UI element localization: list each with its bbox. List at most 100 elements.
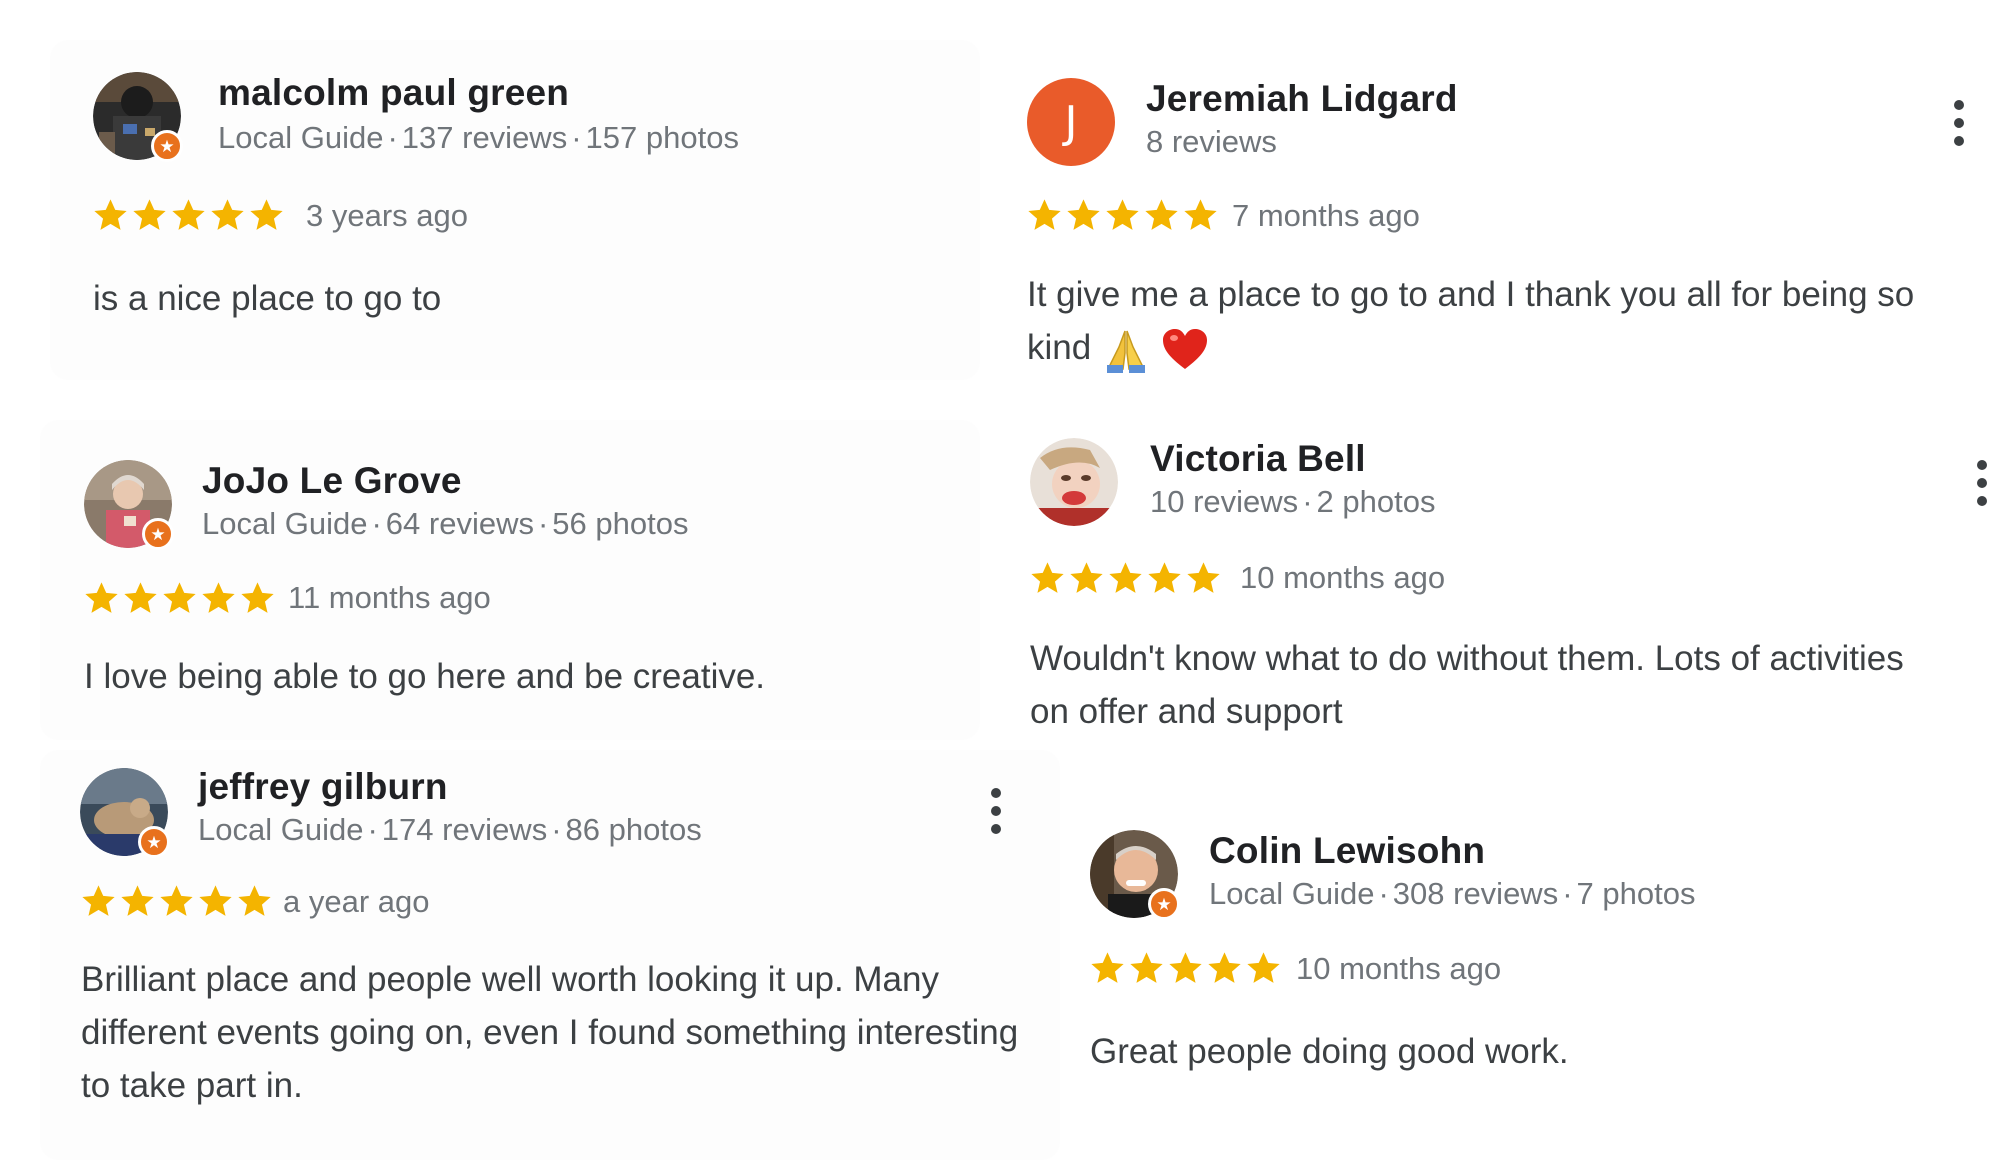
reviewer-avatar[interactable]: J (1027, 78, 1115, 166)
star-icon (160, 885, 193, 916)
star-icon (1106, 199, 1139, 230)
star-icon (1109, 562, 1142, 593)
photo-count: 7 photos (1576, 876, 1696, 911)
star-icon (1091, 952, 1124, 983)
photo-count: 157 photos (585, 120, 739, 155)
reviewer-meta: Local Guide · 308 reviews · 7 photos (1209, 876, 1695, 912)
dot-separator: · (551, 812, 562, 847)
star-icon (1130, 952, 1163, 983)
local-guide-label: Local Guide (198, 812, 364, 847)
reviewer-meta: Local Guide · 137 reviews · 157 photos (218, 120, 739, 156)
star-badge-icon: ★ (151, 130, 183, 162)
star-icon (172, 199, 205, 230)
review-text: I love being able to go here and be crea… (84, 657, 766, 696)
star-icon (1184, 199, 1217, 230)
review-count: 8 reviews (1146, 124, 1277, 159)
star-icon (199, 885, 232, 916)
reviewer-name[interactable]: Victoria Bell (1150, 438, 1366, 480)
review-count: 137 reviews (401, 120, 568, 155)
review-count: 174 reviews (381, 812, 548, 847)
star-icon (202, 582, 235, 613)
dot-separator: · (537, 506, 549, 541)
star-icon (241, 582, 274, 613)
star-icon (211, 199, 244, 230)
star-icon (1187, 562, 1220, 593)
star-icon (163, 582, 196, 613)
star-icon (1148, 562, 1181, 593)
star-icon (1145, 199, 1178, 230)
star-rating (1029, 560, 1222, 595)
review-date: 10 months ago (1296, 951, 1502, 986)
letter-avatar: J (1027, 78, 1115, 166)
review-date: 3 years ago (306, 198, 468, 233)
more-vert-icon[interactable] (1952, 100, 1966, 146)
star-icon (82, 885, 115, 916)
star-icon (133, 199, 166, 230)
dot-separator: · (571, 120, 582, 155)
star-icon (1208, 952, 1241, 983)
star-icon (250, 199, 283, 230)
reviewer-meta: Local Guide · 174 reviews · 86 photos (198, 812, 702, 848)
reviewer-name[interactable]: Jeremiah Lidgard (1146, 78, 1458, 120)
review-count: 64 reviews (385, 506, 534, 541)
reviewer-avatar[interactable]: ★ (93, 72, 183, 162)
folded-hands-emoji (1106, 330, 1145, 373)
star-icon (1028, 199, 1061, 230)
star-rating (1026, 197, 1219, 232)
more-vert-icon[interactable] (1975, 460, 1989, 506)
local-guide-label: Local Guide (218, 120, 384, 155)
star-rating (80, 883, 273, 918)
review-text: Brilliant place and people well worth lo… (81, 960, 1019, 1105)
reviewer-avatar[interactable]: ★ (80, 768, 170, 858)
photo-count: 86 photos (565, 812, 702, 847)
star-icon (1247, 952, 1280, 983)
local-guide-label: Local Guide (202, 506, 368, 541)
star-badge-icon: ★ (138, 826, 170, 858)
review-date: 7 months ago (1232, 198, 1420, 233)
star-icon (1031, 562, 1064, 593)
dot-separator: · (1378, 876, 1389, 911)
reviewer-avatar[interactable]: ★ (1090, 830, 1180, 920)
star-badge-icon: ★ (142, 518, 174, 550)
star-icon (124, 582, 157, 613)
star-badge-icon: ★ (1148, 888, 1180, 920)
dot-separator: · (387, 120, 398, 155)
red-heart-emoji (1162, 328, 1207, 369)
more-vert-icon[interactable] (989, 788, 1003, 834)
review-text: Wouldn't know what to do without them. L… (1030, 639, 1904, 731)
star-icon (238, 885, 271, 916)
star-icon (94, 199, 127, 230)
star-icon (1070, 562, 1103, 593)
review-date: a year ago (283, 884, 430, 919)
photo-count: 56 photos (552, 506, 689, 541)
review-count: 308 reviews (1392, 876, 1559, 911)
reviewer-meta: 8 reviews (1146, 124, 1277, 160)
reviewer-meta: 10 reviews · 2 photos (1150, 484, 1435, 520)
star-rating (92, 197, 285, 232)
local-guide-label: Local Guide (1209, 876, 1375, 911)
star-icon (1067, 199, 1100, 230)
dot-separator: · (367, 812, 378, 847)
star-rating (83, 580, 276, 615)
dot-separator: · (1562, 876, 1573, 911)
reviewer-photo (1030, 438, 1118, 526)
reviewer-name[interactable]: malcolm paul green (218, 72, 569, 114)
review-text: is a nice place to go to (93, 279, 442, 318)
dot-separator: · (1302, 484, 1313, 519)
reviewer-name[interactable]: jeffrey gilburn (198, 766, 448, 808)
dot-separator: · (371, 506, 382, 541)
review-text: Great people doing good work. (1090, 1032, 1569, 1071)
reviewer-meta: Local Guide · 64 reviews · 56 photos (202, 506, 688, 542)
star-icon (85, 582, 118, 613)
reviewer-name[interactable]: Colin Lewisohn (1209, 830, 1485, 872)
star-icon (1169, 952, 1202, 983)
review-text: It give me a place to go to and I thank … (1027, 268, 1977, 374)
reviewer-avatar[interactable] (1030, 438, 1118, 526)
star-rating (1089, 950, 1282, 985)
review-date: 11 months ago (288, 580, 491, 615)
reviewer-avatar[interactable]: ★ (84, 460, 174, 550)
star-icon (121, 885, 154, 916)
reviewer-name[interactable]: JoJo Le Grove (202, 460, 462, 502)
photo-count: 2 photos (1316, 484, 1436, 519)
review-date: 10 months ago (1240, 560, 1446, 595)
